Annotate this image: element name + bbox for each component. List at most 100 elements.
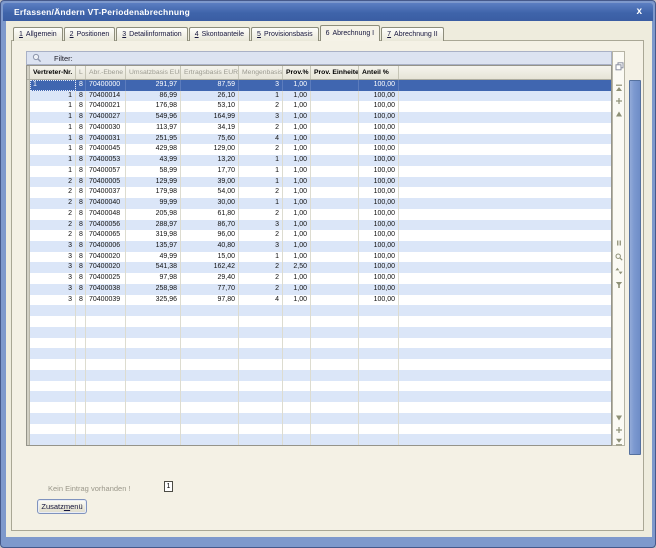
sort-icon[interactable]	[615, 262, 624, 271]
table-cell: 70400006	[86, 241, 126, 252]
close-icon[interactable]: x	[636, 6, 642, 17]
table-row[interactable]: 2870400065319,9896,0021,00100,00	[27, 230, 611, 241]
scroll-top-icon[interactable]	[615, 79, 624, 88]
table-row[interactable]: 187040005343,9913,2011,00100,00	[27, 155, 611, 166]
table-cell-filler	[399, 413, 611, 424]
table-cell: 1,00	[283, 112, 311, 123]
table-row[interactable]: 3870400006135,9740,8031,00100,00	[27, 241, 611, 252]
filter-funnel-icon[interactable]	[615, 276, 624, 285]
column-header-umsatzbasis-eur[interactable]: Umsatzbasis EUR	[126, 66, 181, 79]
table-cell	[76, 327, 86, 338]
tab-mnemonic: 6	[326, 30, 330, 37]
table-cell	[283, 348, 311, 359]
search-icon[interactable]	[32, 53, 42, 63]
table-cell: 3	[239, 220, 283, 231]
zusatzmenu-button[interactable]: Zusatzmenü	[37, 499, 87, 514]
table-cell	[76, 424, 86, 435]
column-header-prov-[interactable]: Prov.%	[283, 66, 311, 79]
table-row[interactable]: 1870400027549,96164,9931,00100,00	[27, 112, 611, 123]
table-row[interactable]: 1870400000291,9787,5931,00100,00	[27, 80, 611, 91]
table-cell	[283, 305, 311, 316]
table-row[interactable]: 187040001486,9926,1011,00100,00	[27, 91, 611, 102]
column-header-mengenbasis[interactable]: Mengenbasis	[239, 66, 283, 79]
table-cell: 3	[30, 295, 76, 306]
table-cell-filler	[399, 101, 611, 112]
table-cell: 3	[239, 241, 283, 252]
column-header-l[interactable]: L	[76, 66, 86, 79]
scrollbar-thumb[interactable]	[629, 80, 641, 455]
column-chooser-icon[interactable]	[615, 58, 624, 67]
table-row[interactable]: 387040002597,9829,4021,00100,00	[27, 273, 611, 284]
scroll-bottom-icon[interactable]	[615, 433, 624, 442]
table-cell: 1,00	[283, 187, 311, 198]
table-cell	[311, 177, 359, 188]
table-cell	[76, 413, 86, 424]
column-header-anteil-[interactable]: Anteil %	[359, 66, 399, 79]
table-cell	[126, 305, 181, 316]
table-row[interactable]: 3870400038258,9877,7021,00100,00	[27, 284, 611, 295]
table-row[interactable]: 1870400031251,9575,6041,00100,00	[27, 134, 611, 145]
column-header-abr-ebene[interactable]: Abr.-Ebene	[86, 66, 126, 79]
table-cell-filler	[399, 402, 611, 413]
table-cell: 100,00	[359, 166, 399, 177]
table-cell	[30, 434, 76, 445]
table-row-empty	[27, 305, 611, 316]
table-cell: 1	[30, 91, 76, 102]
table-cell-filler	[399, 391, 611, 402]
table-cell: 2	[239, 187, 283, 198]
tab-skontoanteile[interactable]: 4Skontoanteile	[189, 27, 250, 41]
table-cell	[311, 370, 359, 381]
table-cell	[311, 101, 359, 112]
columns-icon[interactable]	[615, 234, 624, 243]
table-row[interactable]: 1870400045429,98129,0021,00100,00	[27, 144, 611, 155]
table-cell	[311, 348, 359, 359]
tab-mnemonic: 2	[70, 31, 74, 38]
table-cell: 43,99	[126, 155, 181, 166]
table-row[interactable]: 2870400037179,9854,0021,00100,00	[27, 187, 611, 198]
table-cell	[311, 91, 359, 102]
column-header-vertreter-nr-[interactable]: Vertreter-Nr.	[30, 66, 76, 79]
table-cell: 1,00	[283, 123, 311, 134]
tab-allgemein[interactable]: 1Allgemein	[13, 27, 63, 41]
table-row[interactable]: 3870400039325,9697,8041,00100,00	[27, 295, 611, 306]
tab-provisionsbasis[interactable]: 5Provisionsbasis	[251, 27, 319, 41]
table-cell: 53,10	[181, 101, 239, 112]
table-cell-filler	[399, 273, 611, 284]
table-row[interactable]: 1870400030113,9734,1921,00100,00	[27, 123, 611, 134]
insert-plus-icon[interactable]	[615, 421, 624, 430]
table-cell: 2	[239, 101, 283, 112]
table-cell: 8	[76, 230, 86, 241]
table-row-empty	[27, 381, 611, 392]
table-cell: 3	[30, 273, 76, 284]
table-cell	[359, 316, 399, 327]
table-row[interactable]: 2870400048205,9861,8021,00100,00	[27, 209, 611, 220]
table-cell: 97,98	[126, 273, 181, 284]
insert-plus-icon[interactable]	[615, 92, 624, 101]
table-cell-filler	[399, 348, 611, 359]
table-row[interactable]: 287040004099,9930,0011,00100,00	[27, 198, 611, 209]
table-cell	[359, 391, 399, 402]
table-cell: 258,98	[126, 284, 181, 295]
tab-detailinformation[interactable]: 3Detailinformation	[116, 27, 187, 41]
table-row[interactable]: 1870400021176,9853,1021,00100,00	[27, 101, 611, 112]
vertical-scrollbar[interactable]	[629, 80, 641, 455]
table-cell-filler	[399, 434, 611, 445]
table-cell: 1	[239, 198, 283, 209]
table-row[interactable]: 387040002049,9915,0011,00100,00	[27, 252, 611, 263]
table-row[interactable]: 2870400056288,9786,7031,00100,00	[27, 220, 611, 231]
tab-positionen[interactable]: 2Positionen	[64, 27, 116, 41]
table-row[interactable]: 187040005758,9917,7011,00100,00	[27, 166, 611, 177]
search-icon[interactable]	[615, 248, 624, 257]
table-cell-filler	[399, 177, 611, 188]
table-cell: 70400005	[86, 177, 126, 188]
triangle-down-icon[interactable]	[615, 409, 624, 418]
triangle-up-icon[interactable]	[615, 105, 624, 114]
column-header-ertragsbasis-eur[interactable]: Ertragsbasis EUR	[181, 66, 239, 79]
table-cell: 70400020	[86, 262, 126, 273]
tab-abrechnung-i[interactable]: 6Abrechnung I	[320, 25, 381, 41]
table-cell	[30, 391, 76, 402]
column-header-prov-einheiten[interactable]: Prov. Einheiten	[311, 66, 359, 79]
table-row[interactable]: 2870400005129,9939,0011,00100,00	[27, 177, 611, 188]
table-row[interactable]: 3870400020541,38162,4222,50100,00	[27, 262, 611, 273]
tab-abrechnung-ii[interactable]: 7Abrechnung II	[381, 27, 444, 41]
